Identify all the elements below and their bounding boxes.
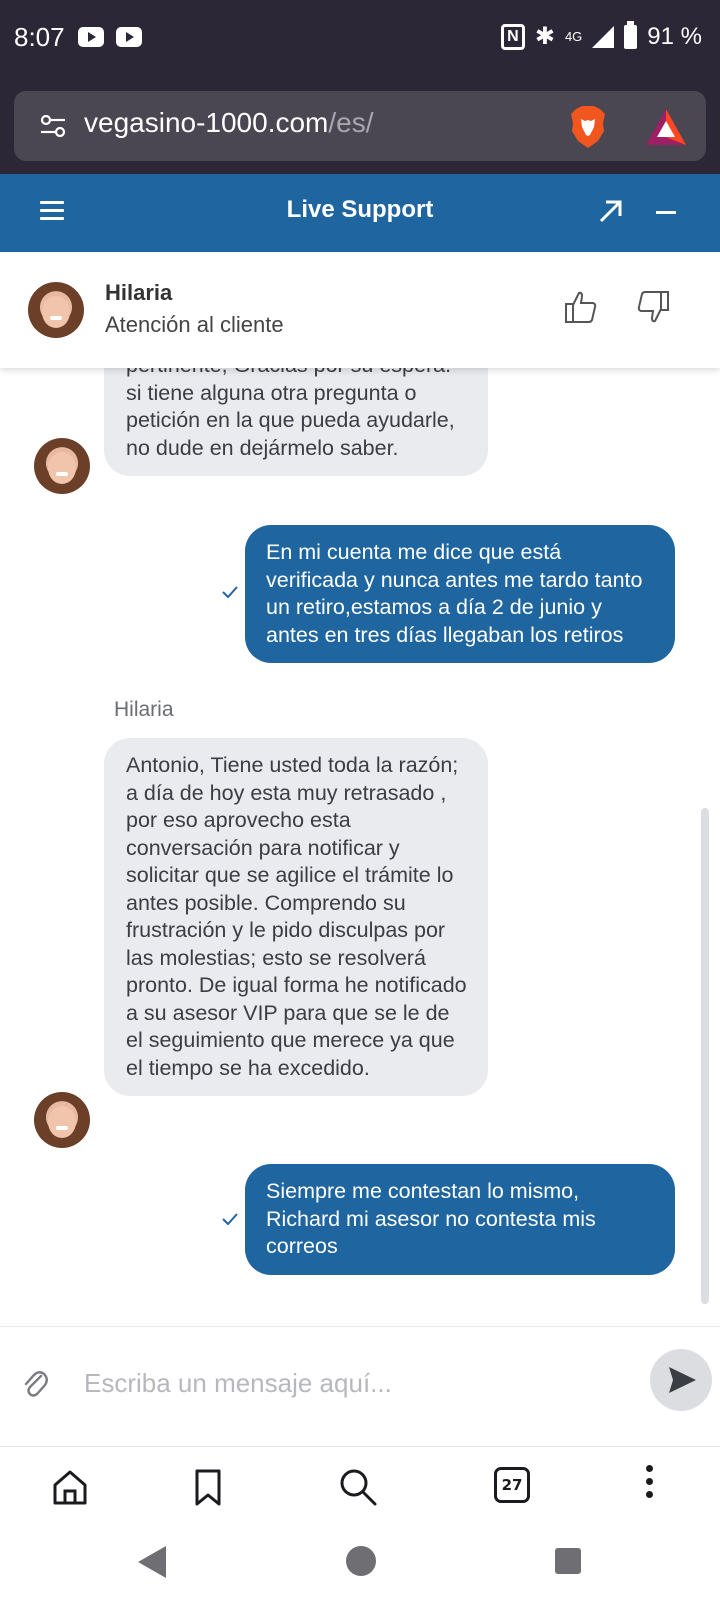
send-icon bbox=[669, 1367, 696, 1393]
thumbs-up-icon[interactable] bbox=[564, 290, 598, 324]
url-domain: vegasino-1000.com bbox=[84, 107, 329, 138]
agent-info-bar: Hilaria Atención al cliente bbox=[0, 252, 720, 368]
bookmark-icon[interactable] bbox=[186, 1465, 230, 1509]
browser-bottom-bar: 27 bbox=[0, 1446, 720, 1532]
message-composer bbox=[0, 1326, 720, 1446]
system-navigation-bar bbox=[0, 1532, 720, 1612]
agent-name: Hilaria bbox=[105, 280, 173, 305]
bluetooth-icon: ✱ bbox=[534, 23, 555, 50]
user-message: Siempre me contestan lo mismo, Richard m… bbox=[245, 1164, 675, 1275]
brave-rewards-icon[interactable] bbox=[644, 107, 688, 147]
back-icon[interactable] bbox=[138, 1546, 166, 1578]
youtube-notification-icon bbox=[78, 27, 104, 47]
brave-shields-icon[interactable] bbox=[568, 105, 608, 149]
agent-message: pertinente, Gracias por su espera. si ti… bbox=[104, 368, 488, 476]
popout-icon[interactable] bbox=[598, 198, 624, 224]
agent-message: Antonio, Tiene usted toda la razón; a dí… bbox=[104, 738, 488, 1096]
status-bar: 8:07 N ✱ 4G 91 % bbox=[0, 0, 720, 80]
live-support-header: Live Support bbox=[0, 174, 720, 252]
agent-avatar bbox=[34, 438, 90, 494]
read-check-icon bbox=[222, 586, 238, 598]
message-input[interactable] bbox=[84, 1355, 614, 1411]
address-bar[interactable]: vegasino-1000.com/es/ bbox=[14, 91, 706, 161]
signal-icon bbox=[592, 25, 615, 48]
url-path: /es/ bbox=[328, 107, 374, 138]
search-icon[interactable] bbox=[336, 1465, 380, 1509]
agent-avatar bbox=[28, 282, 84, 338]
read-check-icon bbox=[222, 1213, 238, 1225]
send-button[interactable] bbox=[650, 1349, 712, 1411]
home-icon[interactable] bbox=[48, 1465, 92, 1509]
minimize-icon[interactable] bbox=[656, 211, 676, 214]
site-settings-icon[interactable] bbox=[40, 115, 66, 137]
chat-scrollbar[interactable] bbox=[701, 808, 709, 1304]
agent-role: Atención al cliente bbox=[105, 312, 284, 337]
recents-icon[interactable] bbox=[555, 1548, 581, 1574]
user-message: En mi cuenta me dice que está verificada… bbox=[245, 525, 675, 663]
battery-level: 91 % bbox=[647, 22, 702, 50]
sender-name: Hilaria bbox=[114, 698, 174, 721]
browser-toolbar: vegasino-1000.com/es/ bbox=[0, 80, 720, 174]
system-home-icon[interactable] bbox=[346, 1546, 376, 1576]
youtube-notification-icon bbox=[116, 27, 142, 47]
nfc-icon: N bbox=[500, 23, 525, 50]
tabs-button[interactable]: 27 bbox=[494, 1467, 530, 1503]
thumbs-down-icon[interactable] bbox=[636, 290, 670, 324]
clock: 8:07 bbox=[14, 22, 65, 52]
url-text[interactable]: vegasino-1000.com/es/ bbox=[84, 107, 374, 139]
paperclip-icon[interactable] bbox=[22, 1367, 48, 1399]
network-type: 4G bbox=[564, 28, 583, 44]
agent-avatar bbox=[34, 1092, 90, 1148]
battery-icon bbox=[624, 20, 638, 49]
chat-transcript[interactable]: pertinente, Gracias por su espera. si ti… bbox=[0, 368, 720, 1326]
more-options-icon[interactable] bbox=[646, 1465, 654, 1505]
